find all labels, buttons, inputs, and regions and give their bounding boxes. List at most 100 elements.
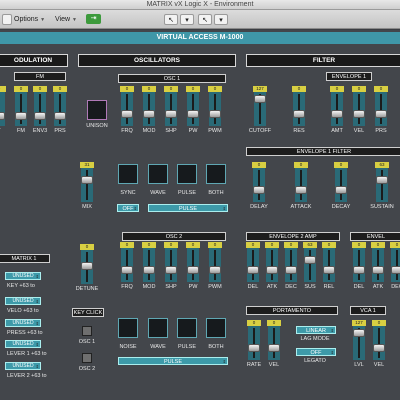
- slider-knob[interactable]: [335, 186, 347, 194]
- slider-f-amt[interactable]: 0: [330, 86, 344, 126]
- slider-knob[interactable]: [304, 256, 316, 264]
- slider-knob[interactable]: [121, 266, 133, 274]
- slider-p-rate[interactable]: 0: [247, 320, 261, 360]
- osc2-keyclick-toggle[interactable]: [82, 353, 92, 363]
- slider-e2-rel[interactable]: 0: [322, 242, 336, 282]
- slider-p-vel[interactable]: 0: [267, 320, 281, 360]
- slider-osc2-shp[interactable]: 0: [164, 242, 178, 282]
- slider-knob[interactable]: [209, 266, 221, 274]
- slider-knob[interactable]: [376, 176, 388, 184]
- slider-f-cutoff[interactable]: 127: [253, 86, 267, 126]
- both-button[interactable]: [206, 164, 226, 184]
- slider-osc1-shp[interactable]: 0: [164, 86, 178, 126]
- slider-e2-sus[interactable]: 63: [303, 242, 317, 282]
- pulse-button[interactable]: [177, 164, 197, 184]
- slider-knob[interactable]: [143, 266, 155, 274]
- slider-knob[interactable]: [323, 266, 335, 274]
- slider-knob[interactable]: [285, 266, 297, 274]
- slider-fm-t[interactable]: 0: [0, 86, 6, 126]
- slider-knob[interactable]: [254, 95, 266, 103]
- slider-knob[interactable]: [165, 110, 177, 118]
- both2-button[interactable]: [206, 318, 226, 338]
- slider-osc2-pw[interactable]: 0: [186, 242, 200, 282]
- slider-e3-dec[interactable]: 0: [390, 242, 400, 282]
- slider-knob[interactable]: [143, 110, 155, 118]
- slider-knob[interactable]: [353, 110, 365, 118]
- matrix-row-4-select[interactable]: UNUSED ⇕: [5, 340, 41, 348]
- slider-osc2-pwm[interactable]: 0: [208, 242, 222, 282]
- slider-osc1-frq[interactable]: 0: [120, 86, 134, 126]
- slider-knob[interactable]: [253, 186, 265, 194]
- slider-vca-vel[interactable]: 0: [372, 320, 386, 360]
- pointer-tool-alt-icon[interactable]: ↖: [198, 14, 212, 25]
- slider-fm-env3[interactable]: 0: [33, 86, 47, 126]
- view-menu[interactable]: View ▼: [55, 14, 77, 25]
- slider-knob[interactable]: [353, 329, 365, 337]
- pointer-tool-alt-dropdown[interactable]: ▾: [214, 14, 228, 25]
- slider-f-prs[interactable]: 0: [374, 86, 388, 126]
- wave2-button[interactable]: [148, 318, 168, 338]
- legato-select[interactable]: OFF ⇕: [296, 348, 336, 356]
- slider-e2-atk[interactable]: 0: [265, 242, 279, 282]
- slider-fm-fm[interactable]: 0: [14, 86, 28, 126]
- slider-knob[interactable]: [295, 186, 307, 194]
- slider-mix[interactable]: 31: [80, 162, 94, 202]
- slider-knob[interactable]: [0, 112, 5, 120]
- slider-knob[interactable]: [248, 344, 260, 352]
- slider-e1-attack[interactable]: 0: [294, 162, 308, 202]
- slider-knob[interactable]: [353, 266, 365, 274]
- slider-knob[interactable]: [187, 110, 199, 118]
- slider-knob[interactable]: [165, 266, 177, 274]
- slider-osc2-mod[interactable]: 0: [142, 242, 156, 282]
- wave-button[interactable]: [148, 164, 168, 184]
- slider-knob[interactable]: [331, 110, 343, 118]
- slider-knob[interactable]: [15, 112, 27, 120]
- noise-button[interactable]: [118, 318, 138, 338]
- slider-knob[interactable]: [375, 110, 387, 118]
- slider-knob[interactable]: [266, 266, 278, 274]
- lag-source-select[interactable]: LINEAR ⇕: [296, 326, 336, 334]
- slider-e1-sustain[interactable]: 63: [375, 162, 389, 202]
- matrix-row-1-select[interactable]: UNUSED ⇕: [5, 272, 41, 280]
- matrix-row-5-select[interactable]: UNUSED ⇕: [5, 362, 41, 370]
- slider-knob[interactable]: [268, 344, 280, 352]
- slider-vca-lvl[interactable]: 127: [352, 320, 366, 360]
- slider-e1-decay[interactable]: 0: [334, 162, 348, 202]
- pointer-tool-dropdown[interactable]: ▾: [180, 14, 194, 25]
- slider-e1-delay[interactable]: 0: [252, 162, 266, 202]
- osc2-wave-select[interactable]: PULSE ⇕: [118, 357, 228, 365]
- pulse2-button[interactable]: [177, 318, 197, 338]
- slider-fm-prs[interactable]: 0: [53, 86, 67, 126]
- slider-knob[interactable]: [121, 110, 133, 118]
- slider-knob[interactable]: [372, 266, 384, 274]
- sync-button[interactable]: [118, 164, 138, 184]
- slider-e2-dec[interactable]: 0: [284, 242, 298, 282]
- slider-knob[interactable]: [247, 266, 259, 274]
- unison-button[interactable]: [87, 100, 107, 120]
- slider-knob[interactable]: [187, 266, 199, 274]
- matrix-row-3-select[interactable]: UNUSED ⇕: [5, 319, 41, 327]
- slider-knob[interactable]: [209, 110, 221, 118]
- osc1-wave-select[interactable]: PULSE ⇕: [148, 204, 228, 212]
- sync-mode-select[interactable]: OFF ⇕: [117, 204, 139, 212]
- slider-knob[interactable]: [81, 262, 93, 270]
- slider-f-res[interactable]: 0: [292, 86, 306, 126]
- pointer-tool-icon[interactable]: ↖: [164, 14, 178, 25]
- slider-e3-atk[interactable]: 0: [371, 242, 385, 282]
- slider-osc1-mod[interactable]: 0: [142, 86, 156, 126]
- slider-knob[interactable]: [391, 266, 400, 274]
- slider-knob[interactable]: [54, 112, 66, 120]
- slider-knob[interactable]: [34, 112, 46, 120]
- options-menu[interactable]: Options ▼: [14, 14, 45, 25]
- midi-thru-icon[interactable]: ⇥: [86, 14, 101, 24]
- slider-e3-del[interactable]: 0: [352, 242, 366, 282]
- slider-knob[interactable]: [373, 344, 385, 352]
- slider-osc2-frq[interactable]: 0: [120, 242, 134, 282]
- slider-knob[interactable]: [293, 110, 305, 118]
- slider-osc1-pw[interactable]: 0: [186, 86, 200, 126]
- osc1-keyclick-toggle[interactable]: [82, 326, 92, 336]
- slider-osc1-pwm[interactable]: 0: [208, 86, 222, 126]
- matrix-row-2-select[interactable]: UNUSED ⇕: [5, 297, 41, 305]
- slider-e2-del[interactable]: 0: [246, 242, 260, 282]
- slider-detune[interactable]: 0: [80, 244, 94, 284]
